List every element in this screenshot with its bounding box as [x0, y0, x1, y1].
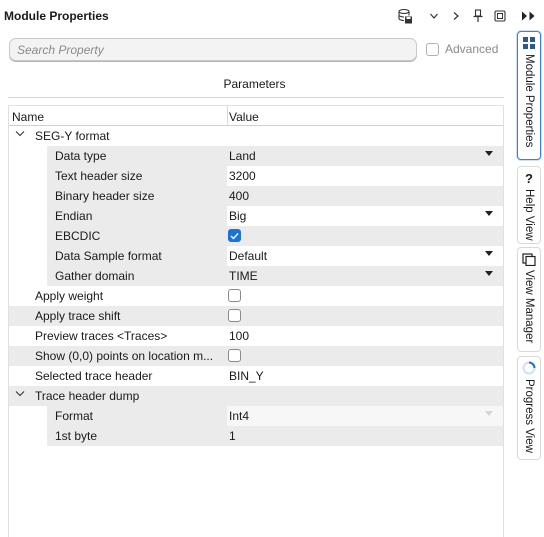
property-row-format[interactable]: Format Int4 [9, 406, 503, 426]
property-name: Format [55, 409, 94, 423]
property-row-data-type[interactable]: Data type Land [9, 146, 503, 166]
module-properties-panel: Module Properties Advance [0, 0, 509, 537]
tab-module-properties[interactable]: Module Properties [517, 31, 541, 160]
show-points-checkbox[interactable] [228, 349, 241, 362]
property-row-selected-trace-header[interactable]: Selected trace header BIN_Y [9, 366, 503, 386]
grid-header: Name Value [9, 106, 503, 126]
property-name: 1st byte [55, 429, 98, 443]
property-name: Endian [55, 209, 93, 223]
property-row-first-byte[interactable]: 1st byte 1 [9, 426, 503, 446]
tab-label: Progress View [523, 379, 535, 453]
property-value[interactable]: Default [229, 249, 267, 263]
property-name: Data type [55, 149, 107, 163]
property-value[interactable]: BIN_Y [229, 369, 264, 383]
property-name: Selected trace header [35, 369, 153, 383]
property-name: Trace header dump [35, 389, 140, 403]
property-name: Apply trace shift [35, 309, 121, 323]
dropdown-arrow-icon[interactable] [485, 251, 493, 256]
advanced-checkbox[interactable] [426, 42, 439, 56]
property-value[interactable]: Int4 [229, 409, 249, 423]
property-grid: Name Value SEG-Y format Data type Land T… [8, 105, 504, 537]
group-row-segy-format[interactable]: SEG-Y format [9, 126, 503, 146]
property-value[interactable]: Big [229, 209, 246, 223]
tab-progress-view[interactable]: Progress View [517, 356, 541, 460]
ebcdic-checkbox[interactable] [228, 229, 241, 242]
checkmark-icon [230, 232, 239, 240]
apply-trace-shift-checkbox[interactable] [228, 309, 241, 322]
advanced-toggle[interactable]: Advanced [426, 42, 498, 56]
save-module-icon[interactable] [397, 7, 413, 25]
group-row-trace-header-dump[interactable]: Trace header dump [9, 386, 503, 406]
collapse-caret-icon[interactable] [15, 390, 25, 400]
column-header-value[interactable]: Value [229, 110, 259, 124]
property-name: Preview traces <Traces> [35, 329, 168, 343]
popout-icon[interactable] [492, 7, 508, 25]
property-value[interactable]: 3200 [229, 169, 256, 183]
property-name: Data Sample format [55, 249, 162, 263]
search-input[interactable] [10, 39, 416, 60]
dropdown-arrow-icon[interactable] [485, 411, 493, 416]
property-name: SEG-Y format [35, 129, 110, 143]
property-value[interactable]: 1 [229, 429, 236, 443]
dropdown-arrow-icon[interactable] [485, 271, 493, 276]
chevron-right-icon[interactable] [448, 7, 464, 25]
property-name: Apply weight [35, 289, 104, 303]
expand-panel-icon[interactable] [520, 10, 538, 25]
property-row-apply-weight[interactable]: Apply weight [9, 286, 503, 306]
parameters-heading: Parameters [223, 77, 286, 91]
module-properties-icon [522, 36, 536, 50]
tab-label: View Manager [523, 270, 535, 344]
property-name: Binary header size [55, 189, 155, 203]
pin-icon[interactable] [470, 7, 486, 25]
column-separator[interactable] [227, 106, 228, 126]
tab-help-view[interactable]: ? Help View [517, 166, 541, 244]
dropdown-arrow-icon[interactable] [485, 211, 493, 216]
progress-icon [522, 361, 536, 375]
parameters-divider [8, 97, 504, 98]
collapse-caret-icon[interactable] [15, 130, 25, 140]
property-row-data-sample-format[interactable]: Data Sample format Default [9, 246, 503, 266]
title-bar: Module Properties [0, 0, 509, 32]
help-icon: ? [525, 170, 533, 186]
tab-label: Module Properties [523, 54, 535, 148]
search-property-field[interactable] [9, 38, 417, 61]
property-value[interactable]: TIME [229, 269, 258, 283]
property-value[interactable]: 400 [229, 189, 249, 203]
dropdown-arrow-icon[interactable] [485, 151, 493, 156]
advanced-label: Advanced [445, 42, 499, 56]
chevron-down-icon[interactable] [426, 7, 442, 25]
property-value[interactable]: Land [229, 149, 256, 163]
view-manager-icon [522, 252, 536, 266]
property-name: Show (0,0) points on location m... [35, 349, 214, 363]
property-row-binary-header-size[interactable]: Binary header size 400 [9, 186, 503, 206]
property-value[interactable]: 100 [229, 329, 249, 343]
property-row-ebcdic[interactable]: EBCDIC [9, 226, 503, 246]
tab-view-manager[interactable]: View Manager [517, 247, 541, 352]
property-row-endian[interactable]: Endian Big [9, 206, 503, 226]
property-name: Gather domain [55, 269, 135, 283]
apply-weight-checkbox[interactable] [228, 289, 241, 302]
property-name: EBCDIC [55, 229, 101, 243]
property-name: Text header size [55, 169, 143, 183]
property-row-text-header-size[interactable]: Text header size 3200 [9, 166, 503, 186]
property-row-preview-traces[interactable]: Preview traces <Traces> 100 [9, 326, 503, 346]
property-row-apply-trace-shift[interactable]: Apply trace shift [9, 306, 503, 326]
property-row-gather-domain[interactable]: Gather domain TIME [9, 266, 503, 286]
tab-label: Help View [523, 189, 535, 241]
property-row-show-points[interactable]: Show (0,0) points on location m... [9, 346, 503, 366]
side-tab-strip: Module Properties ? Help View View Manag… [512, 0, 544, 537]
column-header-name[interactable]: Name [12, 110, 44, 124]
panel-title: Module Properties [4, 9, 109, 23]
